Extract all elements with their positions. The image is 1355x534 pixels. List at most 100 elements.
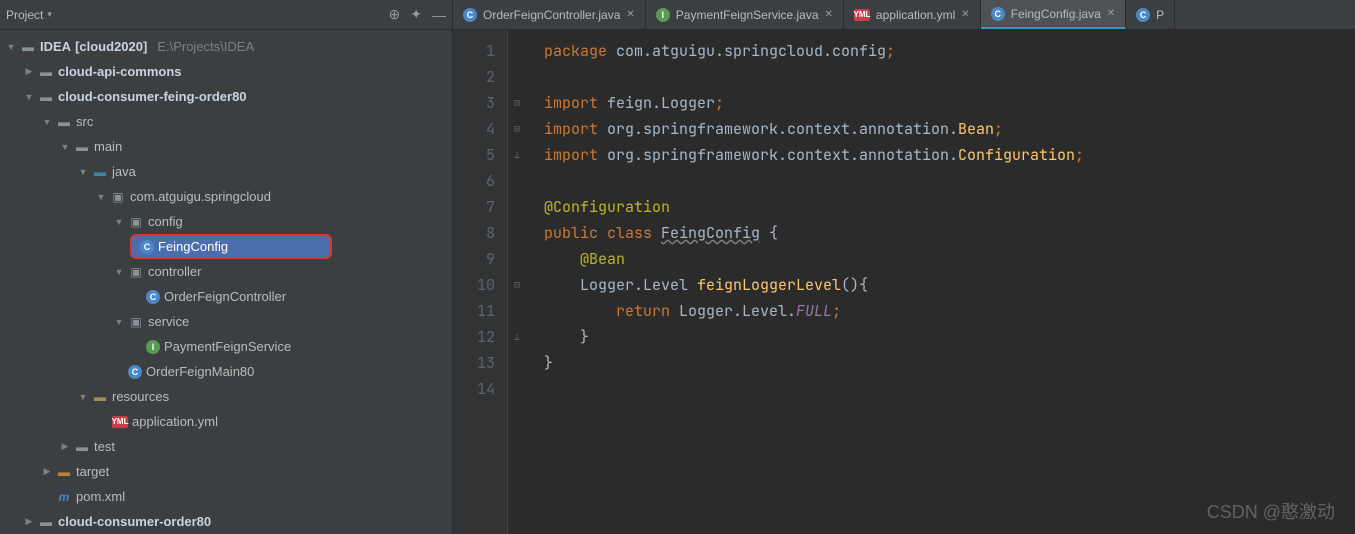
tree-item[interactable]: ▼ ▣ service: [0, 309, 452, 334]
chevron-down-icon[interactable]: ▼: [96, 192, 106, 202]
tree-item[interactable]: YML application.yml: [0, 409, 452, 434]
chevron-right-icon[interactable]: ▶: [60, 441, 70, 452]
yml-icon: YML: [112, 416, 128, 428]
tree-item[interactable]: ▼ ▣ com.atguigu.springcloud: [0, 184, 452, 209]
sidebar-title: Project: [6, 8, 43, 22]
line-number: 1: [453, 38, 495, 64]
class-label: FeingConfig: [158, 239, 228, 254]
collapse-icon[interactable]: ―: [432, 7, 446, 23]
sidebar-header: Project ▾ ⊕ ✦ ―: [0, 0, 452, 30]
tab-feingconfig[interactable]: C FeingConfig.java ✕: [981, 0, 1126, 29]
resources-folder-icon: ▬: [92, 389, 108, 405]
line-gutter: 1 2 3 4 5 6 7 8 9 10 11 12 13 14: [453, 30, 508, 534]
watermark: CSDN @憨激动: [1207, 498, 1335, 524]
line-number: 10: [453, 272, 495, 298]
chevron-down-icon[interactable]: ▼: [42, 117, 52, 127]
tree-item[interactable]: m pom.xml: [0, 484, 452, 509]
code-body[interactable]: package com.atguigu.springcloud.config; …: [526, 30, 1084, 534]
tree-item[interactable]: ▶ ▬ cloud-consumer-order80: [0, 509, 452, 534]
tree-item[interactable]: ▶ ▬ test: [0, 434, 452, 459]
file-label: pom.xml: [76, 489, 125, 504]
locate-icon[interactable]: ⊕: [389, 6, 401, 23]
class-icon: C: [140, 240, 154, 254]
chevron-down-icon[interactable]: ▼: [114, 217, 124, 227]
line-number: 3: [453, 90, 495, 116]
module-label: cloud-consumer-feing-order80: [58, 89, 247, 104]
folder-label: test: [94, 439, 115, 454]
tree-item[interactable]: ▼ ▣ config: [0, 209, 452, 234]
tab-application-yml[interactable]: YML application.yml ✕: [844, 0, 981, 29]
chevron-down-icon[interactable]: ▼: [114, 317, 124, 327]
module-icon: ▬: [38, 64, 54, 80]
chevron-right-icon[interactable]: ▶: [42, 466, 52, 477]
tree-item[interactable]: C OrderFeignMain80: [0, 359, 452, 384]
tree-item[interactable]: I PaymentFeignService: [0, 334, 452, 359]
code-editor[interactable]: 1 2 3 4 5 6 7 8 9 10 11 12 13 14 ⊟ ⊟ ⊥: [453, 30, 1355, 534]
package-icon: ▣: [128, 264, 144, 280]
chevron-down-icon[interactable]: ▼: [114, 267, 124, 277]
line-number: 12: [453, 324, 495, 350]
tab-partial[interactable]: C P: [1126, 0, 1175, 29]
close-icon[interactable]: ✕: [961, 9, 969, 20]
chevron-down-icon[interactable]: ▼: [24, 92, 34, 102]
module-icon: ▬: [38, 514, 54, 530]
tree-item[interactable]: ▼ ▬ main: [0, 134, 452, 159]
chevron-right-icon[interactable]: ▶: [24, 66, 34, 77]
tree-item[interactable]: ▼ ▣ controller: [0, 259, 452, 284]
folder-icon: ▬: [56, 114, 72, 130]
tree-item-selected[interactable]: C FeingConfig: [130, 234, 332, 259]
close-icon[interactable]: ✕: [825, 9, 833, 20]
chevron-down-icon[interactable]: ▾: [47, 9, 52, 20]
class-icon: C: [128, 365, 142, 379]
close-icon[interactable]: ✕: [626, 9, 634, 20]
fold-end-icon[interactable]: ⊥: [508, 142, 526, 168]
fold-icon[interactable]: ⊟: [508, 90, 526, 116]
fold-gutter: ⊟ ⊟ ⊥ ⊟ ⊥: [508, 30, 526, 534]
package-label: com.atguigu.springcloud: [130, 189, 271, 204]
folder-label: main: [94, 139, 122, 154]
chevron-right-icon[interactable]: ▶: [24, 516, 34, 527]
chevron-down-icon[interactable]: ▼: [60, 142, 70, 152]
line-number: 8: [453, 220, 495, 246]
gear-icon[interactable]: ✦: [410, 6, 422, 23]
line-number: 6: [453, 168, 495, 194]
line-number: 2: [453, 64, 495, 90]
interface-icon: I: [656, 8, 670, 22]
tree-item[interactable]: C OrderFeignController: [0, 284, 452, 309]
source-folder-icon: ▬: [92, 164, 108, 180]
fold-end-icon[interactable]: ⊥: [508, 324, 526, 350]
tree-item[interactable]: ▼ ▬ cloud-consumer-feing-order80: [0, 84, 452, 109]
class-icon: C: [1136, 8, 1150, 22]
tab-orderfeigncontroller[interactable]: C OrderFeignController.java ✕: [453, 0, 646, 29]
chevron-down-icon[interactable]: ▼: [6, 42, 16, 52]
close-icon[interactable]: ✕: [1107, 8, 1115, 19]
project-tree[interactable]: ▼ ▬ IDEA [cloud2020] E:\Projects\IDEA ▶ …: [0, 30, 452, 534]
package-label: config: [148, 214, 183, 229]
chevron-down-icon[interactable]: ▼: [78, 392, 88, 402]
tab-paymentfeignservice[interactable]: I PaymentFeignService.java ✕: [646, 0, 844, 29]
target-folder-icon: ▬: [56, 464, 72, 480]
tree-item[interactable]: ▼ ▬ src: [0, 109, 452, 134]
chevron-down-icon[interactable]: ▼: [78, 167, 88, 177]
class-icon: C: [463, 8, 477, 22]
line-number: 14: [453, 376, 495, 402]
line-number: 13: [453, 350, 495, 376]
fold-icon[interactable]: ⊟: [508, 116, 526, 142]
tree-item[interactable]: ▼ ▬ java: [0, 159, 452, 184]
package-label: controller: [148, 264, 201, 279]
class-icon: C: [991, 7, 1005, 21]
root-project: [cloud2020]: [75, 39, 147, 54]
tree-root[interactable]: ▼ ▬ IDEA [cloud2020] E:\Projects\IDEA: [0, 34, 452, 59]
editor-tabs: C OrderFeignController.java ✕ I PaymentF…: [453, 0, 1355, 30]
project-icon: ▬: [20, 39, 36, 55]
tab-label: application.yml: [876, 8, 955, 22]
tree-item[interactable]: ▼ ▬ resources: [0, 384, 452, 409]
tree-item[interactable]: ▶ ▬ target: [0, 459, 452, 484]
fold-icon[interactable]: ⊟: [508, 272, 526, 298]
tree-item[interactable]: ▶ ▬ cloud-api-commons: [0, 59, 452, 84]
interface-icon: I: [146, 340, 160, 354]
folder-label: java: [112, 164, 136, 179]
package-label: service: [148, 314, 189, 329]
folder-label: target: [76, 464, 109, 479]
package-icon: ▣: [128, 314, 144, 330]
